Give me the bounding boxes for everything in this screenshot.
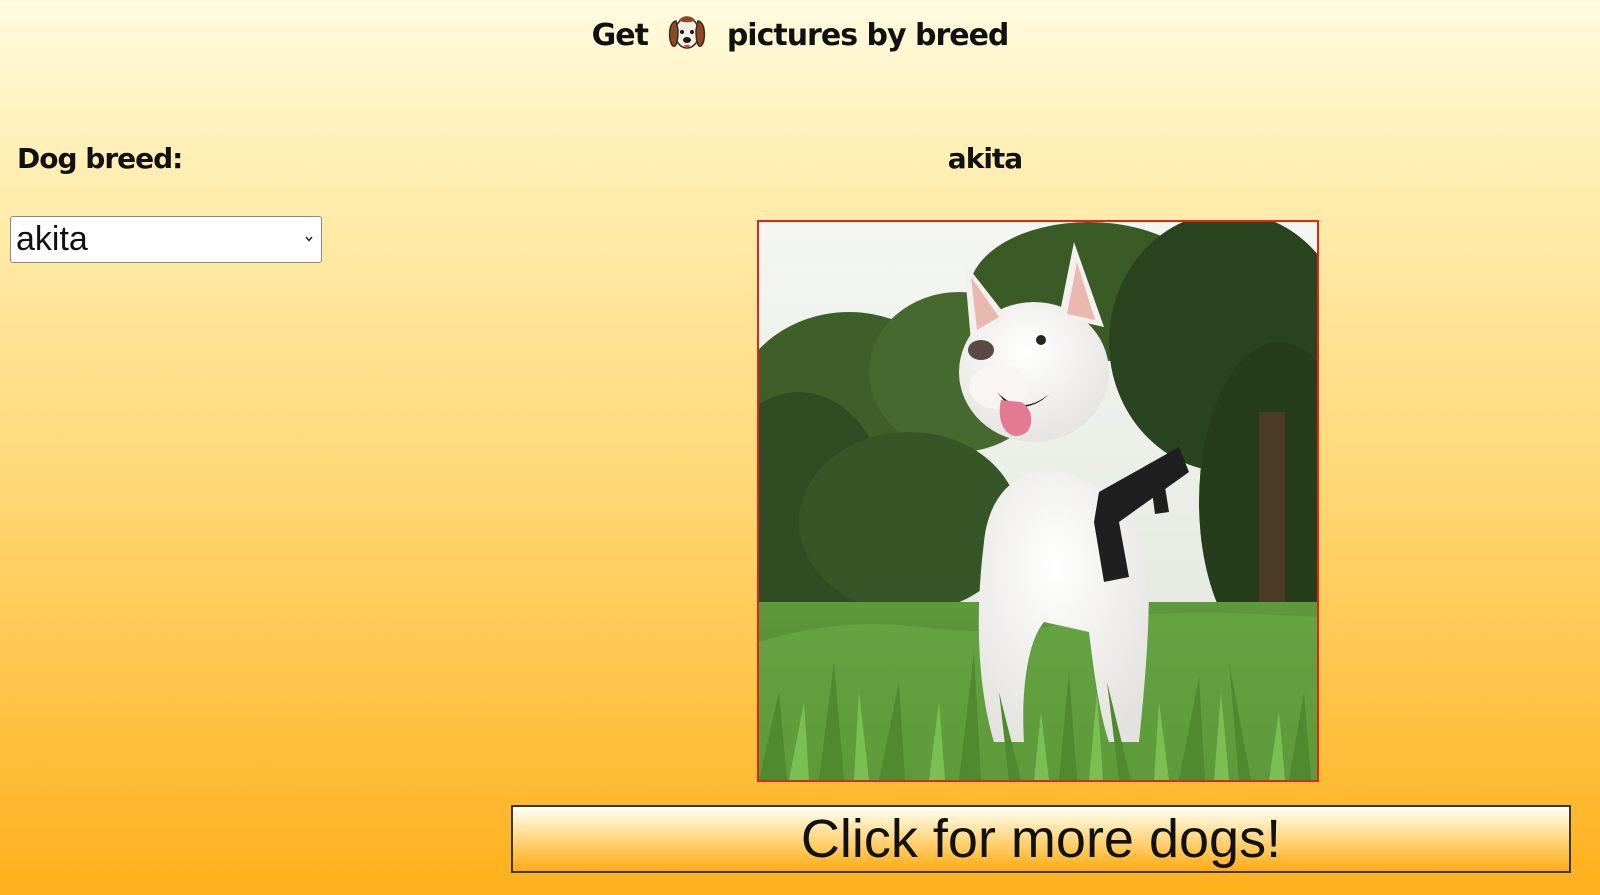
breed-heading: akita <box>0 142 1600 175</box>
chevron-down-icon <box>305 236 313 242</box>
page-title: Get pictures by breed <box>0 10 1600 62</box>
dog-face-icon <box>665 12 709 56</box>
breed-heading-text: akita <box>947 142 1023 175</box>
title-text-before: Get <box>591 18 649 53</box>
title-text-after: pictures by breed <box>726 18 1010 53</box>
dog-photo <box>757 220 1319 782</box>
breed-label: Dog breed: <box>17 142 183 175</box>
more-dogs-button[interactable]: Click for more dogs! <box>511 805 1571 873</box>
breed-select[interactable]: akita <box>10 216 322 263</box>
breed-select-value: akita <box>16 220 88 258</box>
